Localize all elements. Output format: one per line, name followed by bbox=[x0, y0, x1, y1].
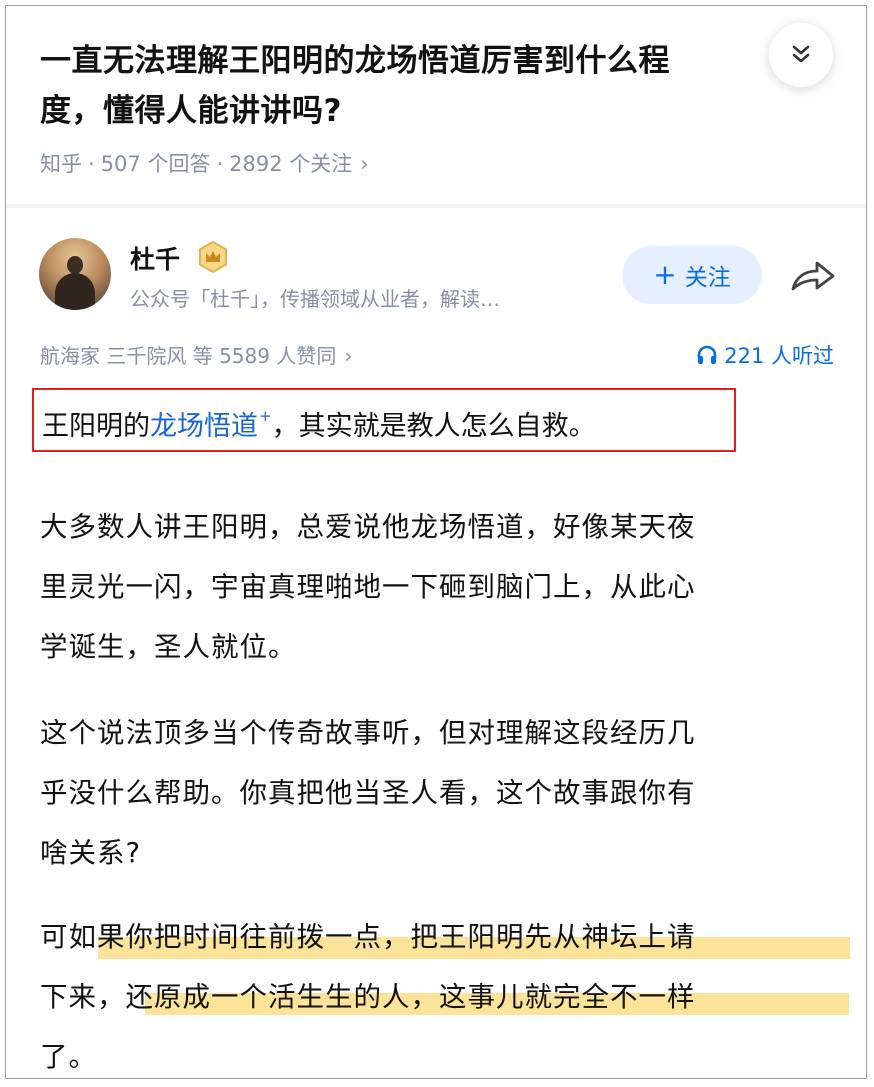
question-title[interactable]: 一直无法理解王阳明的龙场悟道厉害到什么程 度，懂得人能讲讲吗? bbox=[40, 36, 780, 136]
listen-count: 221 人听过 bbox=[724, 344, 834, 368]
paragraph: 大多数人讲王阳明，总爱说他龙场悟道，好像某天夜 里灵光一闪，宇宙真理啪地一下砸到… bbox=[40, 511, 696, 663]
share-icon[interactable] bbox=[789, 255, 837, 295]
meta-separator: · bbox=[88, 152, 95, 176]
author-bio: 公众号「杜千」，传播领域从业者，解读… bbox=[130, 287, 500, 311]
paragraph: 这个说法顶多当个传奇故事听，但对理解这段经历几 乎没什么帮助。你真把他当圣人看，… bbox=[40, 717, 696, 869]
question-meta[interactable]: 知乎 · 507 个回答 · 2892 个关注 › bbox=[40, 148, 369, 178]
listen-button[interactable]: 221 人听过 bbox=[696, 340, 834, 370]
author-name[interactable]: 杜千 bbox=[130, 240, 180, 276]
voters-summary[interactable]: 航海家 三千院风 等 5589 人赞同 › bbox=[40, 340, 352, 369]
lead-sentence: 王阳明的龙场悟道+，其实就是教人怎么自救。 bbox=[42, 404, 596, 443]
follow-button[interactable]: + 关注 bbox=[622, 246, 762, 304]
paragraph: 可如果你把时间往前拨一点，把王阳明先从神坛上请 下来，还原成一个活生生的人，这事… bbox=[40, 921, 696, 1073]
chevron-right-icon: › bbox=[360, 152, 369, 176]
crown-badge-icon bbox=[199, 240, 227, 274]
follow-label: 关注 bbox=[684, 265, 731, 291]
lead-prefix: 王阳明的 bbox=[42, 411, 150, 442]
chevron-right-icon: › bbox=[344, 344, 353, 368]
section-divider bbox=[6, 204, 866, 208]
chevron-double-down-icon bbox=[792, 45, 810, 63]
topic-link[interactable]: 龙场悟道 bbox=[150, 411, 258, 442]
plus-icon: + bbox=[653, 258, 677, 291]
headphones-icon bbox=[697, 345, 717, 364]
avatar[interactable] bbox=[39, 238, 111, 310]
meta-separator: · bbox=[216, 152, 224, 176]
voters-text: 航海家 三千院风 等 5589 人赞同 bbox=[40, 344, 337, 368]
follower-count: 2892 个关注 bbox=[229, 152, 353, 176]
answer-count: 507 个回答 bbox=[100, 152, 211, 176]
topic-link-mark: + bbox=[259, 407, 272, 425]
source-label: 知乎 bbox=[40, 152, 82, 176]
lead-suffix: ，其实就是教人怎么自救。 bbox=[271, 411, 596, 442]
collapse-button[interactable] bbox=[769, 23, 833, 87]
